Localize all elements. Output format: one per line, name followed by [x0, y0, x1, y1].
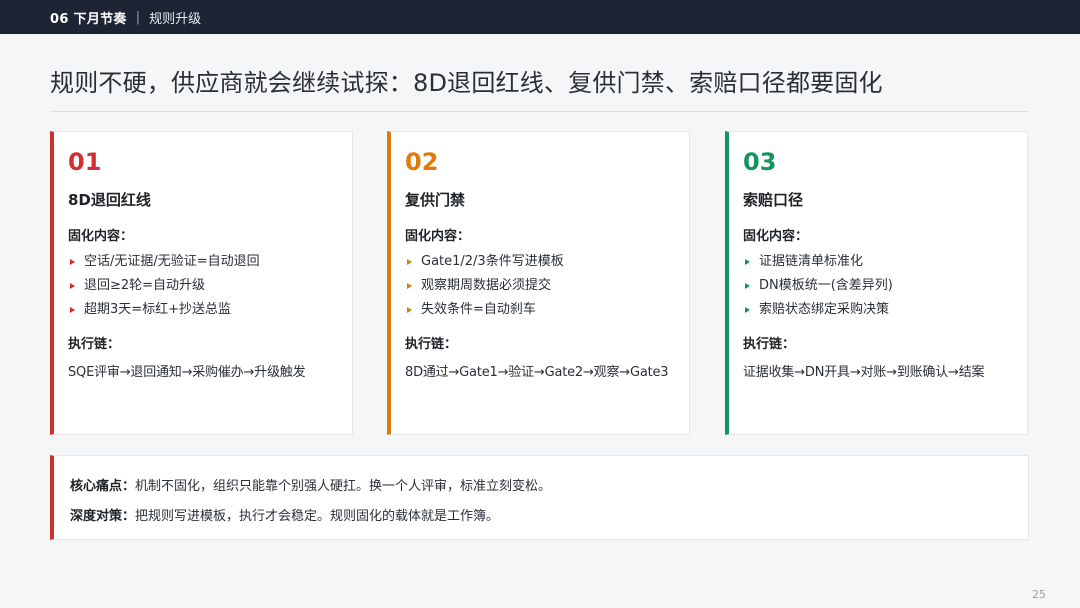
card-title: 索赔口径: [743, 191, 804, 209]
chain-label: 执行链：: [405, 337, 458, 352]
card-8d-redline: 01 8D退回红线 固化内容： 空话/无证据/无验证=自动退回 退回≥2轮=自动…: [50, 131, 353, 435]
card-number: 02: [405, 148, 439, 176]
bullet-triangle-icon: [407, 259, 412, 265]
bullet-triangle-icon: [745, 259, 750, 265]
chain-text: 8D通过→Gate1→验证→Gate2→观察→Gate3: [405, 365, 669, 380]
point-text: 失效条件=自动刹车: [421, 302, 536, 317]
card-title: 8D退回红线: [68, 191, 151, 209]
bullet-triangle-icon: [70, 259, 75, 265]
content-label: 固化内容：: [405, 229, 471, 244]
point-text: 证据链清单标准化: [759, 254, 864, 269]
strategy-label: 深度对策：: [70, 509, 136, 524]
point-list: 证据链清单标准化 DN模板统一(含差异列) 索赔状态绑定采购决策: [743, 250, 1027, 322]
point-text: 退回≥2轮=自动升级: [84, 278, 206, 293]
content-label: 固化内容：: [68, 229, 134, 244]
pain-point-label: 核心痛点：: [70, 479, 136, 494]
chain-text: 证据收集→DN开具→对账→到账确认→结案: [743, 365, 985, 380]
bullet-triangle-icon: [70, 307, 75, 313]
card-number: 03: [743, 148, 777, 176]
separator: |: [135, 9, 141, 25]
list-item: 观察期周数据必须提交: [405, 274, 689, 298]
summary-box: 核心痛点：机制不固化，组织只能靠个别强人硬扛。换一个人评审，标准立刻变松。 深度…: [50, 455, 1029, 540]
section-subtitle: 规则升级: [149, 11, 202, 27]
bullet-triangle-icon: [745, 283, 750, 289]
point-text: 观察期周数据必须提交: [421, 278, 552, 293]
point-text: Gate1/2/3条件写进模板: [421, 254, 564, 269]
chain-text: SQE评审→退回通知→采购催办→升级触发: [68, 365, 306, 380]
point-list: Gate1/2/3条件写进模板 观察期周数据必须提交 失效条件=自动刹车: [405, 250, 689, 322]
strategy-text: 把规则写进模板，执行才会稳定。规则固化的载体就是工作簿。: [135, 509, 500, 524]
bullet-triangle-icon: [407, 307, 412, 313]
list-item: Gate1/2/3条件写进模板: [405, 250, 689, 274]
point-text: 空话/无证据/无验证=自动退回: [84, 254, 260, 269]
point-text: 索赔状态绑定采购决策: [759, 302, 890, 317]
point-list: 空话/无证据/无验证=自动退回 退回≥2轮=自动升级 超期3天=标红+抄送总监: [68, 250, 352, 322]
chain-label: 执行链：: [68, 337, 121, 352]
list-item: 空话/无证据/无验证=自动退回: [68, 250, 352, 274]
page-title: 规则不硬，供应商就会继续试探：8D退回红线、复供门禁、索赔口径都要固化: [50, 69, 883, 97]
point-text: DN模板统一(含差异列): [759, 278, 893, 293]
card-title: 复供门禁: [405, 191, 466, 209]
section-label: 06 下月节奏: [50, 11, 127, 27]
pain-point-line: 核心痛点：机制不固化，组织只能靠个别强人硬扛。换一个人评审，标准立刻变松。: [70, 478, 1028, 508]
top-bar: 06 下月节奏 | 规则升级: [0, 0, 1080, 34]
title-divider: [50, 111, 1029, 112]
list-item: 索赔状态绑定采购决策: [743, 298, 1027, 322]
list-item: DN模板统一(含差异列): [743, 274, 1027, 298]
bullet-triangle-icon: [70, 283, 75, 289]
bullet-triangle-icon: [745, 307, 750, 313]
list-item: 失效条件=自动刹车: [405, 298, 689, 322]
page-number: 25: [1032, 588, 1046, 601]
card-resupply-gate: 02 复供门禁 固化内容： Gate1/2/3条件写进模板 观察期周数据必须提交…: [387, 131, 690, 435]
content-label: 固化内容：: [743, 229, 809, 244]
list-item: 退回≥2轮=自动升级: [68, 274, 352, 298]
list-item: 证据链清单标准化: [743, 250, 1027, 274]
pain-point-text: 机制不固化，组织只能靠个别强人硬扛。换一个人评审，标准立刻变松。: [135, 479, 552, 494]
point-text: 超期3天=标红+抄送总监: [84, 302, 232, 317]
bullet-triangle-icon: [407, 283, 412, 289]
strategy-line: 深度对策：把规则写进模板，执行才会稳定。规则固化的载体就是工作簿。: [70, 508, 1028, 538]
card-claim-basis: 03 索赔口径 固化内容： 证据链清单标准化 DN模板统一(含差异列) 索赔状态…: [725, 131, 1028, 435]
chain-label: 执行链：: [743, 337, 796, 352]
list-item: 超期3天=标红+抄送总监: [68, 298, 352, 322]
card-number: 01: [68, 148, 102, 176]
